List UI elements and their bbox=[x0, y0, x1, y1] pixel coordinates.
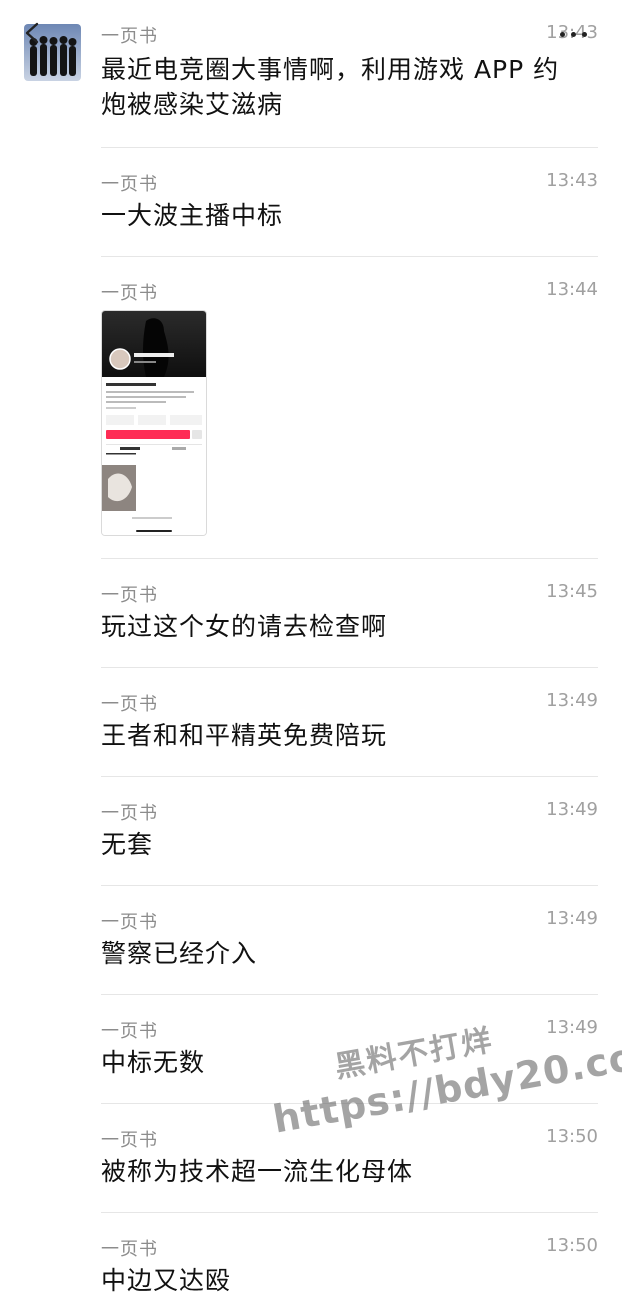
message-sender: 一页书 bbox=[101, 585, 158, 606]
message-time: 13:49 bbox=[546, 908, 598, 929]
message-sender: 一页书 bbox=[101, 694, 158, 715]
message-sender: 一页书 bbox=[101, 803, 158, 824]
message-time: 13:50 bbox=[546, 1235, 598, 1256]
message-item: 一页书 13:50 被称为技术超一流生化母体 bbox=[101, 1126, 598, 1196]
message-text: 玩过这个女的请去检查啊 bbox=[101, 612, 388, 641]
message-text: 最近电竞圈大事情啊，利用游戏 APP 约炮被感染艾滋病 bbox=[101, 55, 560, 119]
divider bbox=[101, 885, 598, 886]
message-sender: 一页书 bbox=[101, 174, 158, 195]
divider bbox=[101, 558, 598, 559]
message-item: 一页书 13:50 中边又达殴 bbox=[101, 1235, 598, 1295]
divider bbox=[101, 1212, 598, 1213]
profile-screenshot-image bbox=[102, 311, 206, 535]
message-text: 警察已经介入 bbox=[101, 939, 258, 968]
back-button[interactable] bbox=[22, 22, 44, 44]
profile-screenshot-thumbnail[interactable] bbox=[101, 310, 207, 536]
message-item: 一页书 13:49 无套 bbox=[101, 799, 598, 869]
message-item: 一页书 13:45 玩过这个女的请去检查啊 bbox=[101, 581, 598, 651]
divider bbox=[101, 1103, 598, 1104]
message-item: 一页书 13:43 最近电竞圈大事情啊，利用游戏 APP 约炮被感染艾滋病 bbox=[101, 22, 598, 122]
message-time: 13:45 bbox=[546, 581, 598, 602]
message-item: 一页书 13:43 一大波主播中标 bbox=[101, 170, 598, 240]
message-time: 13:49 bbox=[546, 799, 598, 820]
chevron-left-icon bbox=[25, 22, 39, 44]
message-sender: 一页书 bbox=[101, 283, 158, 304]
message-time: 13:49 bbox=[546, 690, 598, 711]
divider bbox=[101, 776, 598, 777]
message-item: 一页书 13:44 bbox=[101, 279, 598, 309]
message-text: 无套 bbox=[101, 830, 154, 859]
message-sender: 一页书 bbox=[101, 912, 158, 933]
divider bbox=[101, 994, 598, 995]
message-text: 一大波主播中标 bbox=[101, 201, 284, 230]
message-time: 13:43 bbox=[546, 170, 598, 191]
message-text: 被称为技术超一流生化母体 bbox=[101, 1157, 414, 1186]
divider bbox=[101, 147, 598, 148]
message-sender: 一页书 bbox=[101, 1021, 158, 1042]
message-item: 一页书 13:49 警察已经介入 bbox=[101, 908, 598, 978]
message-item: 一页书 13:49 王者和和平精英免费陪玩 bbox=[101, 690, 598, 760]
more-dot bbox=[560, 31, 565, 37]
message-time: 13:49 bbox=[546, 1017, 598, 1038]
message-text: 王者和和平精英免费陪玩 bbox=[101, 721, 388, 750]
divider bbox=[101, 667, 598, 668]
more-button[interactable] bbox=[560, 24, 600, 44]
message-item: 一页书 13:49 中标无数 bbox=[101, 1017, 598, 1087]
message-sender: 一页书 bbox=[101, 1130, 158, 1151]
message-time: 13:44 bbox=[546, 279, 598, 300]
message-time: 13:50 bbox=[546, 1126, 598, 1147]
message-text: 中标无数 bbox=[101, 1048, 206, 1077]
message-sender: 一页书 bbox=[101, 1239, 158, 1260]
divider bbox=[101, 256, 598, 257]
message-sender: 一页书 bbox=[101, 26, 158, 47]
message-text: 中边又达殴 bbox=[101, 1266, 232, 1295]
more-dot bbox=[571, 31, 576, 37]
more-dot bbox=[582, 31, 587, 37]
